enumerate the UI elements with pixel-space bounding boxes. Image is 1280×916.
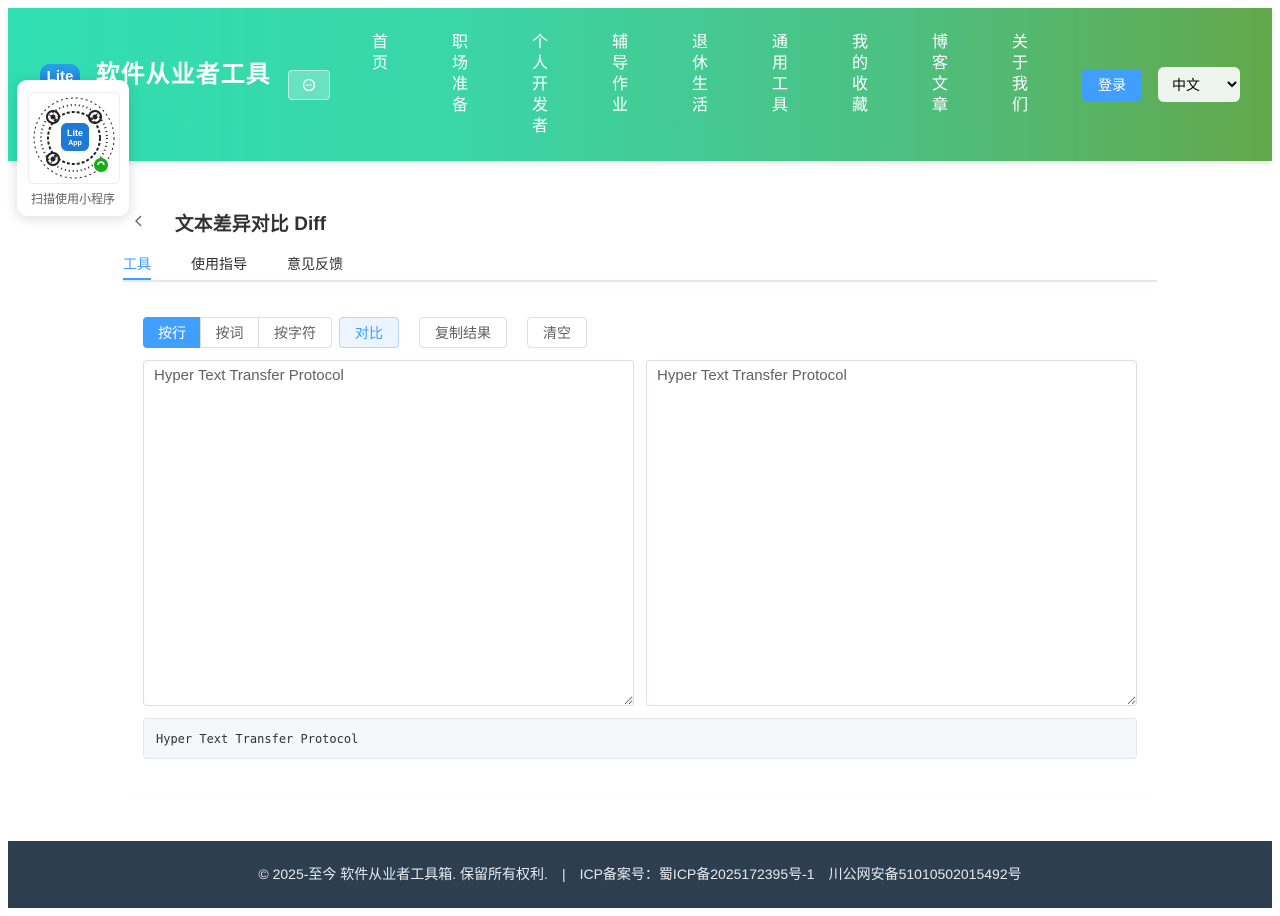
- page-title: 文本差异对比 Diff: [175, 214, 326, 235]
- mode-by-line-button[interactable]: 按行: [143, 317, 201, 348]
- qr-code: Lite App: [28, 92, 120, 184]
- svg-text:App: App: [68, 140, 82, 147]
- back-arrow-icon[interactable]: [132, 213, 146, 229]
- login-button[interactable]: 登录: [1082, 69, 1142, 101]
- chat-button[interactable]: [288, 70, 330, 100]
- qr-code-icon: Lite App: [33, 97, 115, 179]
- miniprogram-qr-card: Lite App 扫描使用小程序: [17, 80, 129, 216]
- nav-blog[interactable]: 博客文章: [930, 32, 950, 116]
- tab-feedback[interactable]: 意见反馈: [287, 254, 343, 274]
- nav-retirement[interactable]: 退休生活: [690, 32, 710, 116]
- page-frame: Lite 软件从业者工具 首页 职场准备 个人开发者 辅导作业 退休生活 通用工…: [8, 8, 1272, 908]
- diff-mode-group: 按行 按词 按字符: [143, 317, 332, 348]
- original-text-input[interactable]: Hyper Text Transfer Protocol: [143, 360, 634, 706]
- active-tab-indicator: [123, 278, 151, 280]
- nav-favorites[interactable]: 我的收藏: [850, 32, 870, 116]
- nav-homework[interactable]: 辅导作业: [610, 32, 630, 116]
- clear-button[interactable]: 清空: [527, 317, 587, 348]
- nav-general-tools[interactable]: 通用工具: [770, 32, 790, 116]
- compare-button[interactable]: 对比: [339, 317, 399, 348]
- footer-separator: |: [561, 866, 566, 882]
- nav-home[interactable]: 首页: [370, 32, 390, 74]
- footer-copyright: © 2025-至今 软件从业者工具箱. 保留所有权利.: [258, 866, 548, 882]
- qr-caption: 扫描使用小程序: [30, 192, 115, 206]
- nav-career-prep[interactable]: 职场准备: [450, 32, 470, 116]
- tab-bar: 工具 使用指导 意见反馈: [123, 248, 1157, 282]
- footer-police-link[interactable]: 川公网安备51010502015492号: [829, 866, 1022, 882]
- tab-guide[interactable]: 使用指导: [191, 254, 247, 274]
- language-select[interactable]: 中文: [1158, 67, 1240, 102]
- nav-indie-dev[interactable]: 个人开发者: [530, 32, 550, 137]
- site-footer: © 2025-至今 软件从业者工具箱. 保留所有权利. | ICP备案号：蜀ICP备…: [8, 841, 1272, 908]
- copy-result-button[interactable]: 复制结果: [419, 317, 507, 348]
- mode-by-char-button[interactable]: 按字符: [258, 317, 332, 348]
- nav-about[interactable]: 关于我们: [1010, 32, 1030, 116]
- diff-result: Hyper Text Transfer Protocol: [143, 718, 1137, 759]
- chat-bubble-icon: [302, 78, 316, 92]
- svg-text:Lite: Lite: [67, 128, 83, 138]
- mode-by-word-button[interactable]: 按词: [200, 317, 259, 348]
- modified-text-input[interactable]: Hyper Text Transfer Protocol: [646, 360, 1137, 706]
- tab-tool[interactable]: 工具: [123, 254, 151, 274]
- footer-icp-link[interactable]: ICP备案号：蜀ICP备2025172395号-1: [580, 866, 815, 882]
- site-header: Lite 软件从业者工具 首页 职场准备 个人开发者 辅导作业 退休生活 通用工…: [8, 8, 1272, 161]
